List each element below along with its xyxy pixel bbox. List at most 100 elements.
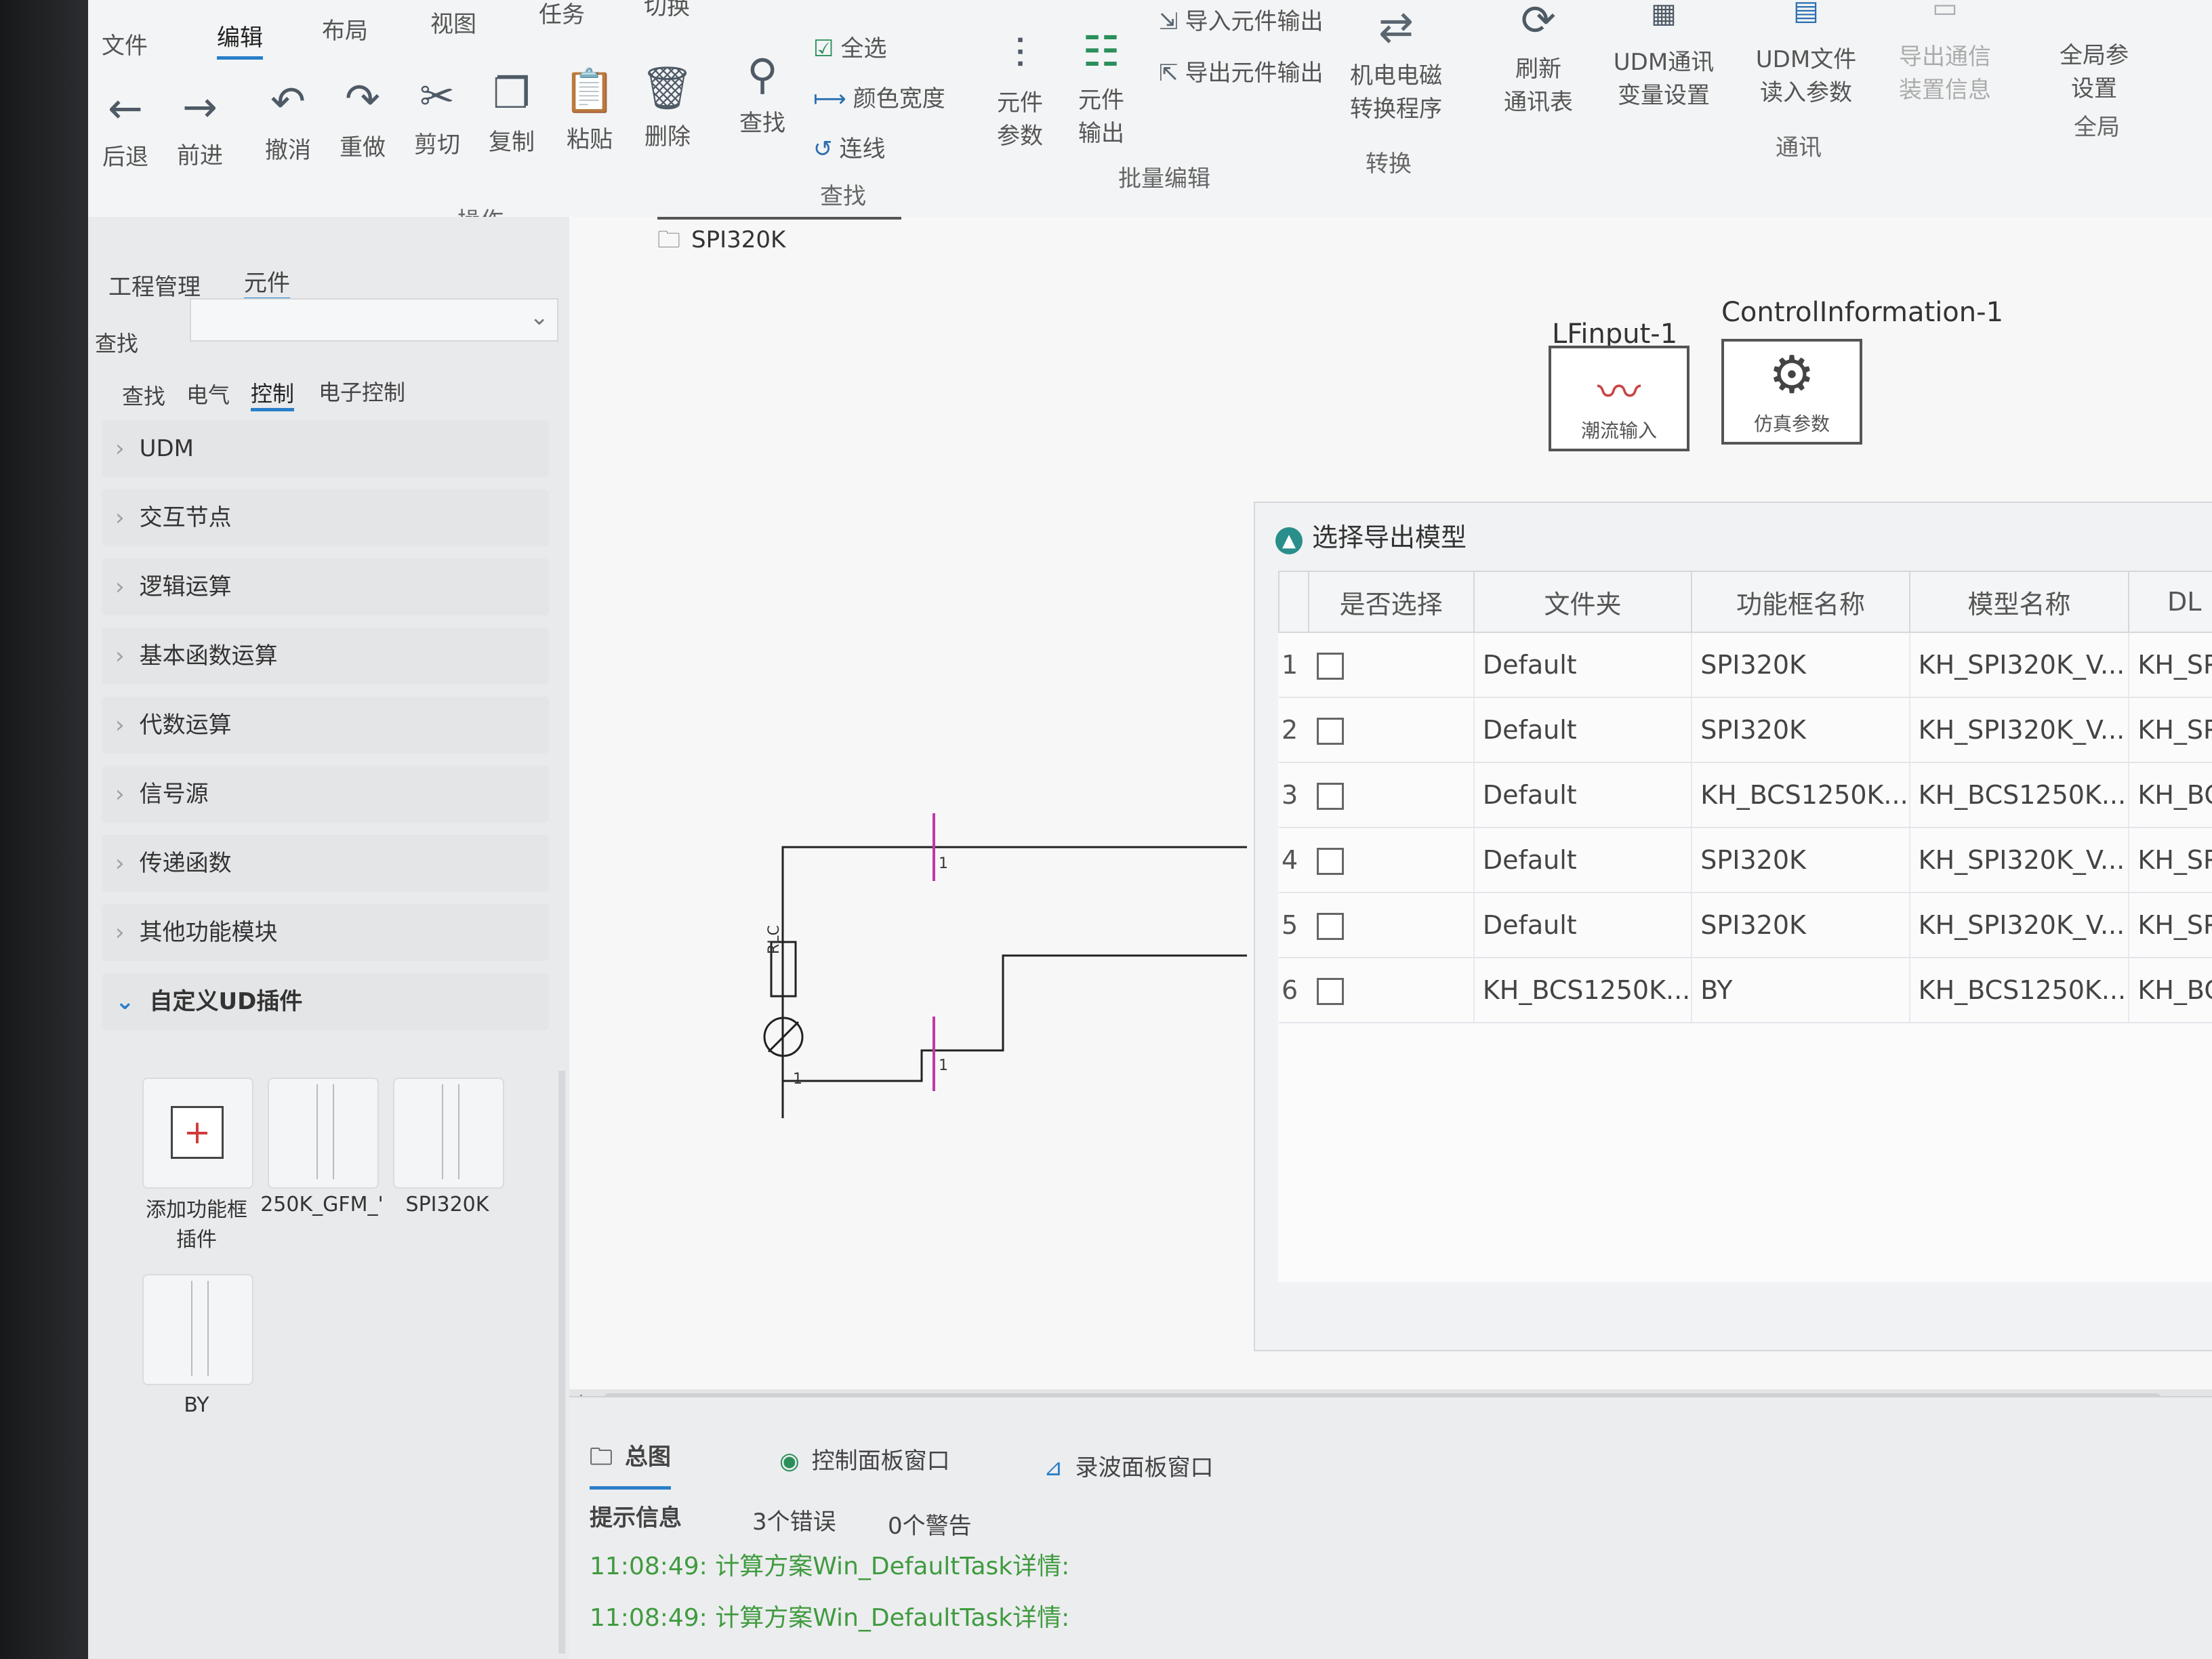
cut-button[interactable]: ✂ 剪切 (400, 69, 474, 159)
export-output-button[interactable]: ⇱ 导出元件输出 (1159, 54, 1324, 87)
bottom-panel: 🗀 总图 ◉ 控制面板窗口 ⊿ 录波面板窗口 提示信息 3个错误 0个警告 11:08… (569, 1396, 2212, 1659)
row-checkbox[interactable] (1316, 718, 1344, 745)
udm-var-settings-button[interactable]: ▦ UDM通讯 变量设置 (1599, 0, 1728, 110)
col-header-dl[interactable]: DL (2128, 571, 2212, 633)
refresh-comm-button[interactable]: ⟳ 刷新 通讯表 (1491, 0, 1586, 117)
row-number: 6 (1279, 958, 1309, 1023)
plugin-tile-spi320k[interactable] (393, 1078, 504, 1189)
row-checkbox[interactable] (1316, 783, 1344, 811)
app-window: 文件 编辑 布局 视图 任务 切换 ← 后退 → 前进 导航 ↶ 撤消 ↷ 重做… (88, 0, 2212, 1659)
menu-tab-switch[interactable]: 切换 (644, 0, 690, 21)
controlinfo-block[interactable]: ⚙ 仿真参数 (1721, 339, 1862, 445)
category-interaction-node[interactable]: › 交互节点 (102, 489, 549, 546)
category-custom-ud-plugins[interactable]: ⌄ 自定义UD插件 (102, 973, 549, 1030)
delete-button[interactable]: 🗑 删除 (630, 61, 705, 151)
row-checkbox[interactable] (1316, 978, 1344, 1006)
convert-button[interactable]: ⇄ 机电电磁 转换程序 (1335, 0, 1457, 123)
table-row[interactable]: 5 Default SPI320K KH_SPI320K_V... KH_SPI (1279, 893, 2212, 958)
export-icon: ⇱ (1159, 60, 1179, 87)
tab-components[interactable]: 元件 (244, 264, 290, 301)
back-button[interactable]: ← 后退 (88, 81, 163, 171)
menu-tab-view[interactable]: 视图 (430, 5, 476, 39)
folder-cell: KH_BCS1250K... (1473, 958, 1693, 1023)
forward-button[interactable]: → 前进 (163, 80, 237, 170)
color-width-button[interactable]: ⟼ 颜色宽度 (813, 80, 945, 113)
block-name-cell: KH_BCS1250K... (1692, 762, 1910, 828)
redo-button[interactable]: ↷ 重做 (325, 72, 400, 162)
monitor-bezel (0, 0, 88, 1659)
row-checkbox[interactable] (1316, 913, 1344, 941)
col-header-select[interactable]: 是否选择 (1307, 571, 1475, 633)
table-row[interactable]: 6 KH_BCS1250K... BY KH_BCS1250K... KH_BC… (1279, 958, 2212, 1023)
chevron-right-icon: › (115, 712, 125, 739)
table-row[interactable]: 1 Default SPI320K KH_SPI320K_V... KH_SPI (1279, 632, 2212, 698)
col-header-folder[interactable]: 文件夹 (1473, 571, 1693, 633)
tab-project-management[interactable]: 工程管理 (108, 268, 201, 302)
magnifier-icon: ⚲ (747, 49, 778, 99)
copy-button[interactable]: ❐ 复制 (474, 66, 549, 157)
import-output-button[interactable]: ⇲ 导入元件输出 (1159, 3, 1324, 36)
filter-electrical[interactable]: 电气 (186, 378, 230, 409)
menu-tab-edit[interactable]: 编辑 (217, 19, 263, 60)
category-signal-source[interactable]: › 信号源 (102, 766, 549, 823)
export-comm-icon: ▭ (1932, 0, 1958, 24)
row-checkbox[interactable] (1316, 848, 1344, 876)
select-all-button[interactable]: ☑ 全选 (813, 30, 886, 63)
category-algebra[interactable]: › 代数运算 (102, 697, 549, 754)
chevron-right-icon: › (115, 642, 125, 670)
table-row[interactable]: 3 Default KH_BCS1250K... KH_BCS1250K... … (1279, 762, 2212, 828)
tab-waveform-panel[interactable]: ⊿ 录波面板窗口 (1044, 1449, 1214, 1482)
errors-count[interactable]: 3个错误 (752, 1503, 836, 1536)
filter-electronic-control[interactable]: 电子控制 (319, 375, 405, 407)
menu-tab-task[interactable]: 任务 (539, 0, 585, 29)
table-row[interactable]: 2 Default SPI320K KH_SPI320K_V... KH_SPI (1279, 697, 2212, 763)
menu-tab-layout[interactable]: 布局 (322, 12, 368, 45)
table-row[interactable]: 4 Default SPI320K KH_SPI320K_V... KH_SPI (1279, 827, 2212, 893)
plugin-tile-by[interactable] (142, 1274, 253, 1385)
port-label: 1 (939, 1057, 948, 1074)
sliders-icon: ⫶ (1015, 29, 1025, 79)
diagram-canvas[interactable]: 🗀 SPI320K LFinput-1 ControlInformation-1 … (569, 217, 2212, 1396)
add-plugin-tile[interactable]: + (142, 1078, 253, 1189)
info-label[interactable]: 提示信息 (590, 1499, 682, 1532)
menu-tab-file[interactable]: 文件 (102, 27, 148, 60)
export-comm-info-button[interactable]: ▭ 导出通信 装置信息 (1884, 0, 2006, 104)
category-udm[interactable]: › UDM (102, 420, 549, 477)
element-output-button[interactable]: ☷ 元件 输出 (1064, 24, 1139, 148)
col-header-block-name[interactable]: 功能框名称 (1691, 571, 1910, 633)
plugin-tile-250k-gfm[interactable] (268, 1078, 379, 1189)
paste-button[interactable]: 📋 粘贴 (552, 64, 627, 154)
category-basic-functions[interactable]: › 基本函数运算 (102, 628, 549, 684)
filter-find[interactable]: 查找 (122, 380, 165, 411)
udm-file-read-button[interactable]: ▤ UDM文件 读入参数 (1742, 0, 1870, 107)
tab-overview[interactable]: 🗀 总图 (590, 1438, 671, 1490)
panel-scrollbar[interactable] (558, 1071, 565, 1654)
col-header-model-name[interactable]: 模型名称 (1908, 571, 2130, 633)
search-dropdown[interactable]: ⌄ (190, 298, 558, 342)
category-logic[interactable]: › 逻辑运算 (102, 558, 549, 615)
row-number: 4 (1279, 827, 1309, 893)
model-name-cell: KH_SPI320K_V... (1909, 632, 2130, 698)
connect-button[interactable]: ↺ 连线 (813, 130, 886, 163)
tab-control-panel[interactable]: ◉ 控制面板窗口 (779, 1442, 950, 1475)
model-name-cell: KH_BCS1250K... (1909, 762, 2130, 828)
folder-cell: Default (1473, 893, 1693, 958)
wire-bottom (781, 954, 1247, 1091)
port-label: 1 (793, 1071, 802, 1088)
row-checkbox[interactable] (1316, 653, 1344, 680)
category-other-modules[interactable]: › 其他功能模块 (102, 904, 549, 961)
warnings-count[interactable]: 0个警告 (888, 1507, 972, 1540)
settings-icon (2040, 0, 2148, 37)
wire-top (781, 846, 1247, 1118)
undo-button[interactable]: ↶ 撤消 (251, 75, 325, 165)
group-label-find: 查找 (820, 183, 866, 210)
category-transfer-function[interactable]: › 传递函数 (102, 835, 549, 892)
element-params-button[interactable]: ⫶ 元件 参数 (983, 27, 1057, 150)
global-settings-button[interactable]: 全局参 设置 (2040, 0, 2148, 103)
find-button[interactable]: ⚲ 查找 (725, 47, 800, 138)
lfinput-block[interactable]: 〰 潮流输入 (1549, 346, 1689, 451)
block-name-cell: SPI320K (1692, 697, 1910, 763)
dl-cell: KH_BCS (2129, 762, 2212, 828)
filter-control[interactable]: 控制 (251, 377, 295, 411)
block-name-cell: BY (1692, 958, 1910, 1023)
